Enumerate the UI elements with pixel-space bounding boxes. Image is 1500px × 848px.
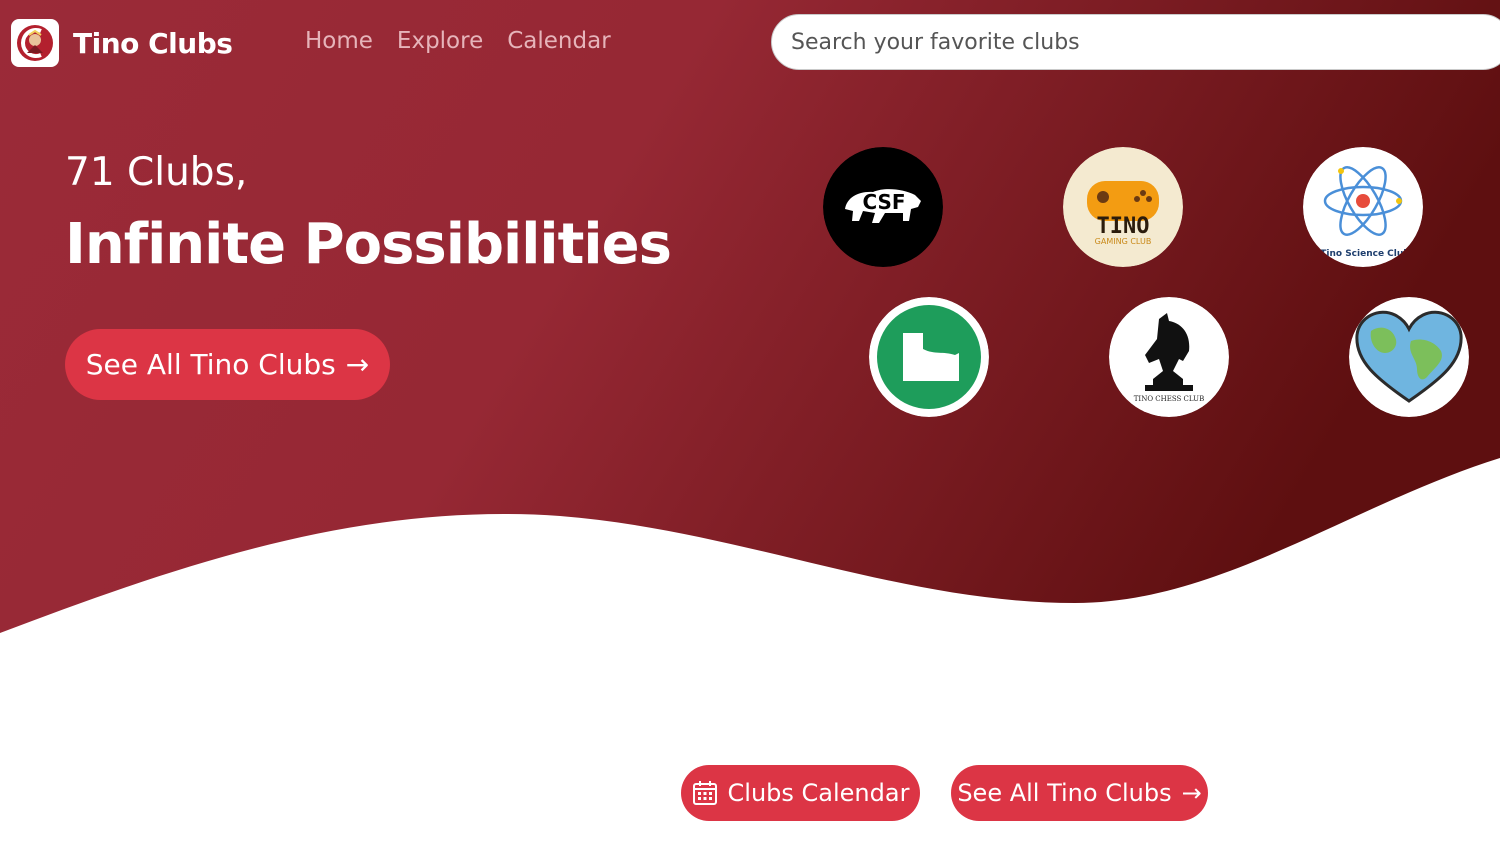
club-logo-chess-text: TINO CHESS CLUB [1134, 395, 1204, 403]
hero-background [0, 0, 1500, 633]
tino-mascot-icon [17, 25, 53, 61]
club-logo-science[interactable]: Tino Science Club [1303, 147, 1423, 267]
calendar-icon [692, 781, 717, 805]
navbar: Tino Clubs Home Explore Calendar [0, 0, 1500, 88]
hero-title: Infinite Possibilities [65, 212, 672, 277]
see-all-clubs-label: See All Tino Clubs [85, 348, 336, 381]
brand-logo[interactable] [11, 19, 59, 67]
hero-subtitle: 71 Clubs, [65, 150, 248, 195]
search-bar[interactable] [771, 14, 1500, 70]
nav-explore[interactable]: Explore [397, 28, 483, 54]
club-logo-earth[interactable] [1349, 297, 1469, 417]
club-logo-chess[interactable]: TINO CHESS CLUB [1109, 297, 1229, 417]
club-logo-csf[interactable]: CSF [823, 147, 943, 267]
brand-title[interactable]: Tino Clubs [73, 27, 233, 60]
clubs-calendar-button[interactable]: Clubs Calendar [681, 765, 920, 821]
club-logo-gaming[interactable]: TINO GAMING CLUB [1063, 147, 1183, 267]
nav-calendar[interactable]: Calendar [507, 28, 610, 54]
arrow-right-icon: → [1181, 779, 1202, 807]
arrow-right-icon: → [345, 348, 370, 381]
brand[interactable]: Tino Clubs [11, 19, 233, 67]
nav-home[interactable]: Home [305, 28, 373, 54]
nav-links: Home Explore Calendar [305, 28, 611, 54]
see-all-clubs-bottom-button[interactable]: See All Tino Clubs → [951, 765, 1208, 821]
club-logo-sheets[interactable] [869, 297, 989, 417]
see-all-clubs-bottom-label: See All Tino Clubs [957, 779, 1172, 807]
club-logo-gaming-subtext: GAMING CLUB [1095, 237, 1152, 246]
club-logo-csf-text: CSF [862, 190, 905, 214]
see-all-clubs-button[interactable]: See All Tino Clubs → [65, 329, 390, 400]
search-input[interactable] [791, 29, 1441, 55]
clubs-calendar-label: Clubs Calendar [727, 779, 910, 807]
club-logo-gaming-text: TINO [1097, 214, 1150, 239]
